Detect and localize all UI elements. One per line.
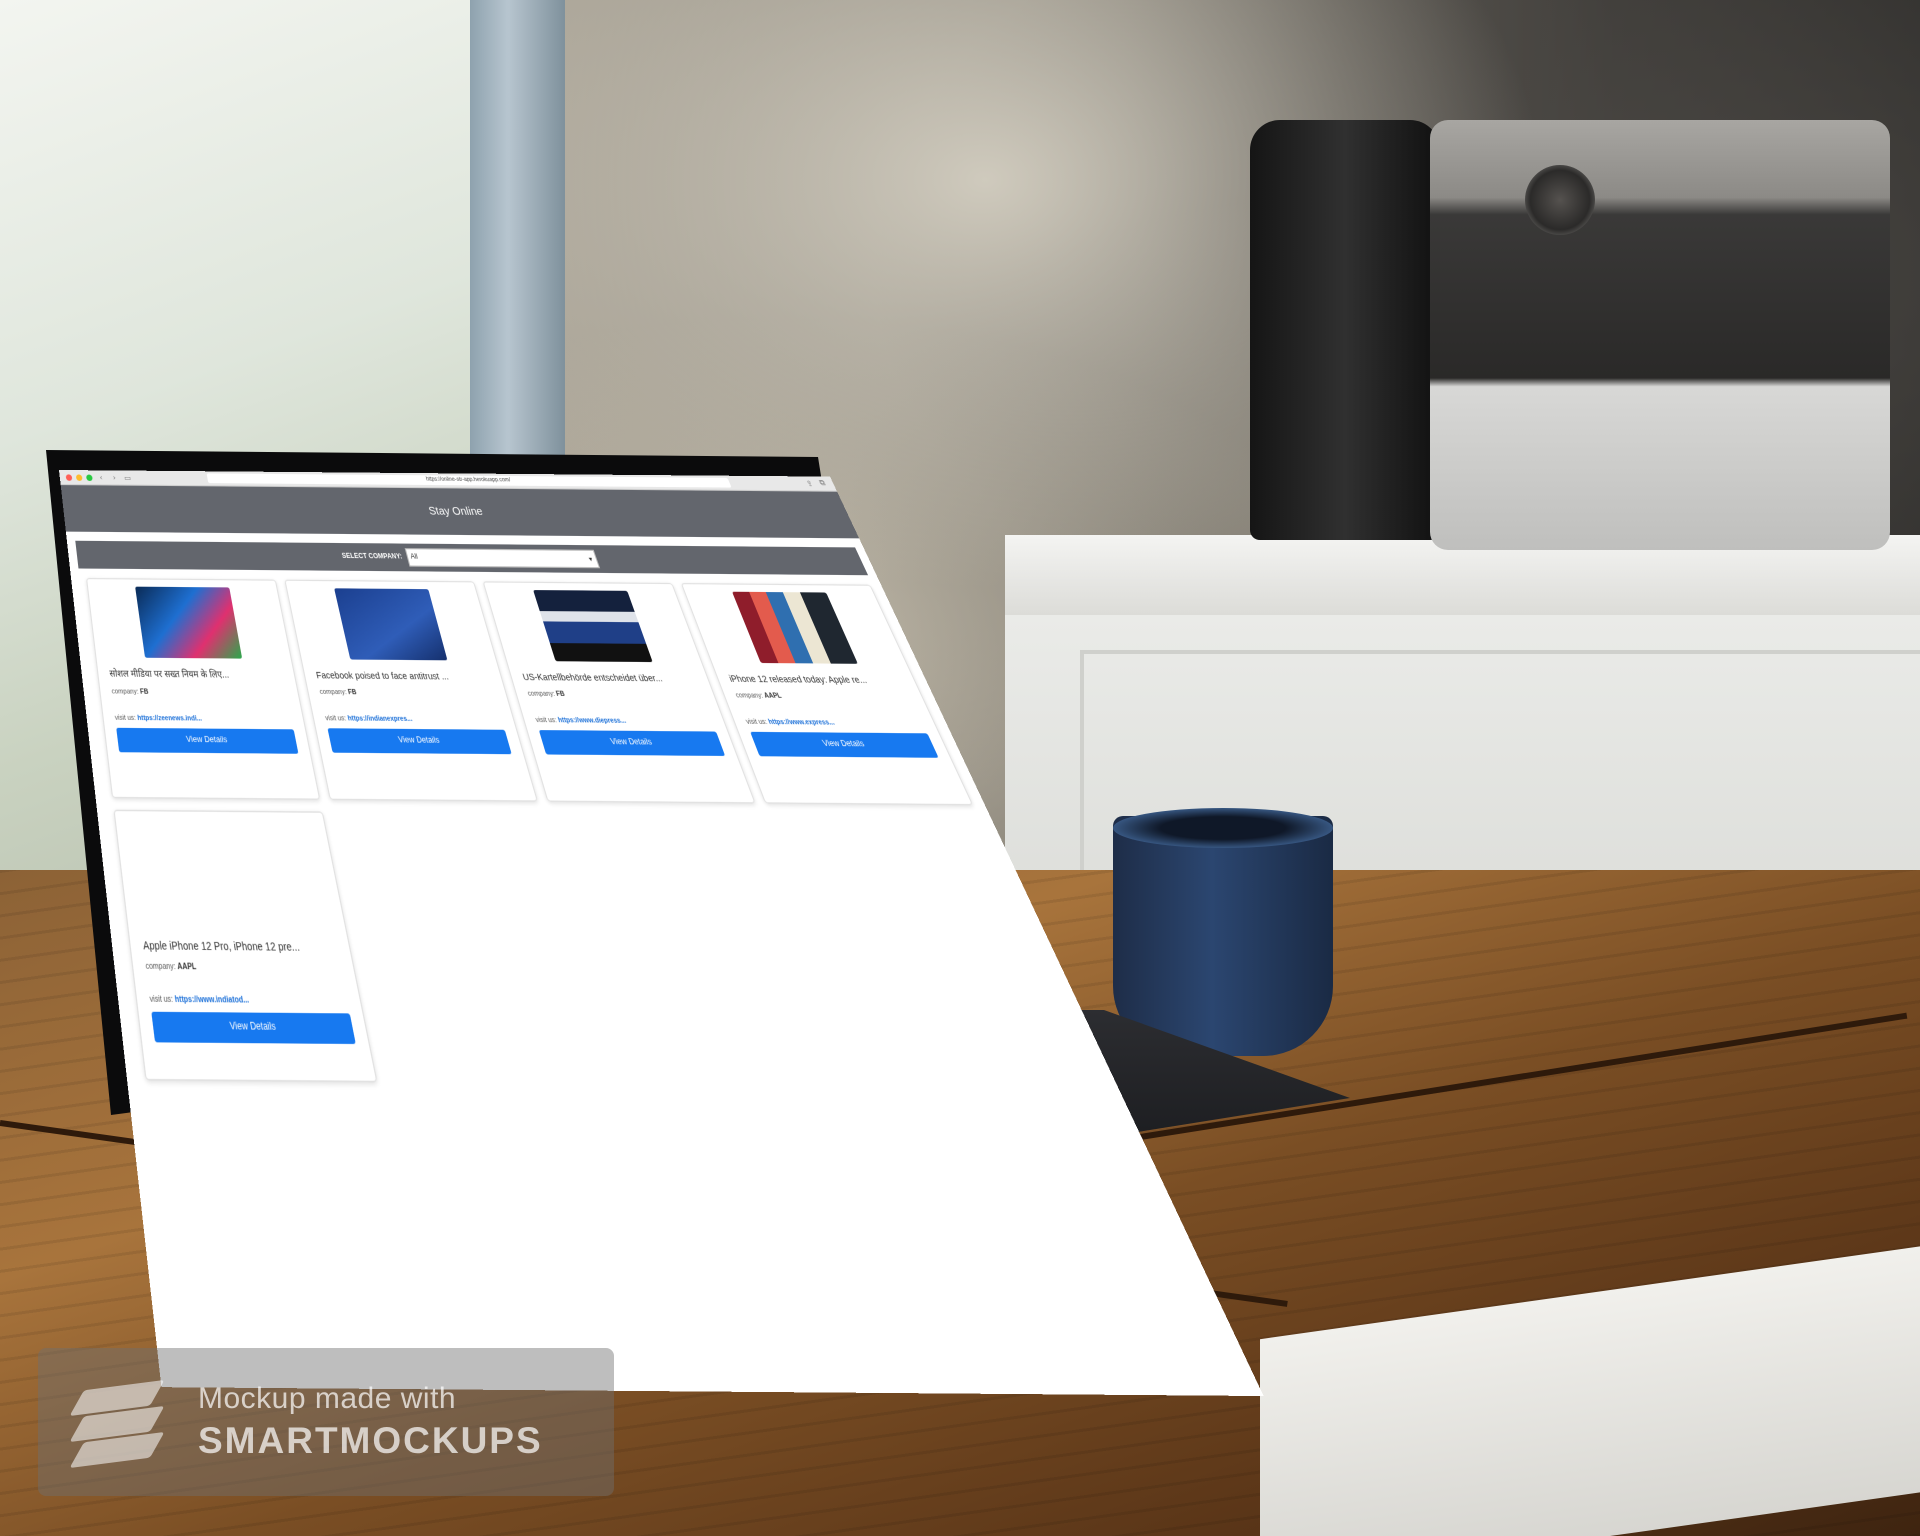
card-visit: visit us: https://indianexpres... (325, 715, 504, 724)
company-select[interactable]: All ▾ (404, 548, 600, 568)
smartmockups-watermark: Mockup made with SMARTMOCKUPS (38, 1348, 614, 1496)
card-title: Facebook poised to face antitrust ... (315, 669, 491, 682)
tabs-icon[interactable]: ⧉ (816, 479, 830, 489)
missing-thumbnail (168, 820, 291, 927)
view-details-button[interactable]: View Details (116, 728, 298, 754)
card-title: iPhone 12 released today: Apple re... (727, 673, 905, 686)
card-source-link[interactable]: https://www.diepress... (557, 717, 627, 726)
card-visit: visit us: https://www.indiatod... (149, 995, 348, 1007)
social-media-thumbnail (135, 587, 242, 659)
maximize-window-icon[interactable] (86, 474, 93, 481)
card-title: US-Kartellbehörde entscheidet über... (521, 671, 698, 684)
espresso-gauge (1525, 165, 1595, 235)
card-title: सोशल मीडिया पर सख्त नियम के लिए... (109, 668, 284, 682)
coffee-mug-rim (1113, 808, 1333, 848)
card-company: company: FB (319, 689, 496, 698)
facebook-news-thumbnail (533, 590, 653, 662)
card-company: company: AAPL (145, 962, 342, 973)
view-details-button[interactable]: View Details (750, 732, 938, 758)
back-icon[interactable]: ‹ (96, 473, 106, 482)
iphone-thumbnail (732, 592, 858, 664)
card-title: Apple iPhone 12 Pro, iPhone 12 pre... (142, 938, 338, 954)
close-window-icon[interactable] (66, 474, 73, 481)
coffee-grinder (1250, 120, 1440, 540)
card-source-link[interactable]: https://zeenews.indi... (137, 715, 203, 724)
card-company: company: FB (111, 688, 287, 697)
news-card: Apple iPhone 12 Pro, iPhone 12 pre... co… (113, 810, 377, 1083)
minimize-window-icon[interactable] (76, 474, 83, 481)
card-company: company: AAPL (735, 692, 913, 701)
share-icon[interactable]: ⇪ (803, 479, 816, 488)
company-filter-bar: SELECT COMPANY: All ▾ (75, 541, 868, 575)
news-card: सोशल मीडिया पर सख्त नियम के लिए... compa… (86, 578, 320, 800)
address-bar[interactable]: https://online-str-app.herokuapp.com/ (207, 473, 732, 487)
filter-label: SELECT COMPANY: (341, 553, 403, 560)
card-source-link[interactable]: https://www.indiatod... (174, 995, 250, 1006)
card-visit: visit us: https://www.express... (745, 718, 925, 727)
coffee-mug (1113, 816, 1333, 1056)
view-details-button[interactable]: View Details (327, 728, 511, 754)
sidebar-icon[interactable]: ▭ (122, 473, 132, 482)
watermark-line2: SMARTMOCKUPS (198, 1420, 543, 1462)
espresso-machine (1430, 120, 1890, 550)
view-details-button[interactable]: View Details (539, 730, 725, 756)
app-title: Stay Online (427, 505, 484, 518)
card-visit: visit us: https://zeenews.indi... (115, 714, 293, 723)
app-header: Stay Online (61, 485, 859, 538)
company-select-value: All (410, 554, 419, 561)
card-company: company: FB (527, 690, 704, 699)
chevron-down-icon: ▾ (588, 555, 594, 563)
layers-icon (74, 1379, 160, 1465)
facebook-thumbnail (334, 588, 447, 660)
card-source-link[interactable]: https://www.express... (767, 719, 836, 728)
card-visit: visit us: https://www.diepress... (535, 717, 714, 726)
watermark-line1: Mockup made with (198, 1382, 543, 1416)
window-frame (470, 0, 565, 460)
forward-icon[interactable]: › (109, 473, 119, 482)
view-details-button[interactable]: View Details (151, 1012, 356, 1044)
watermark-text: Mockup made with SMARTMOCKUPS (198, 1382, 543, 1462)
card-source-link[interactable]: https://indianexpres... (347, 715, 413, 724)
